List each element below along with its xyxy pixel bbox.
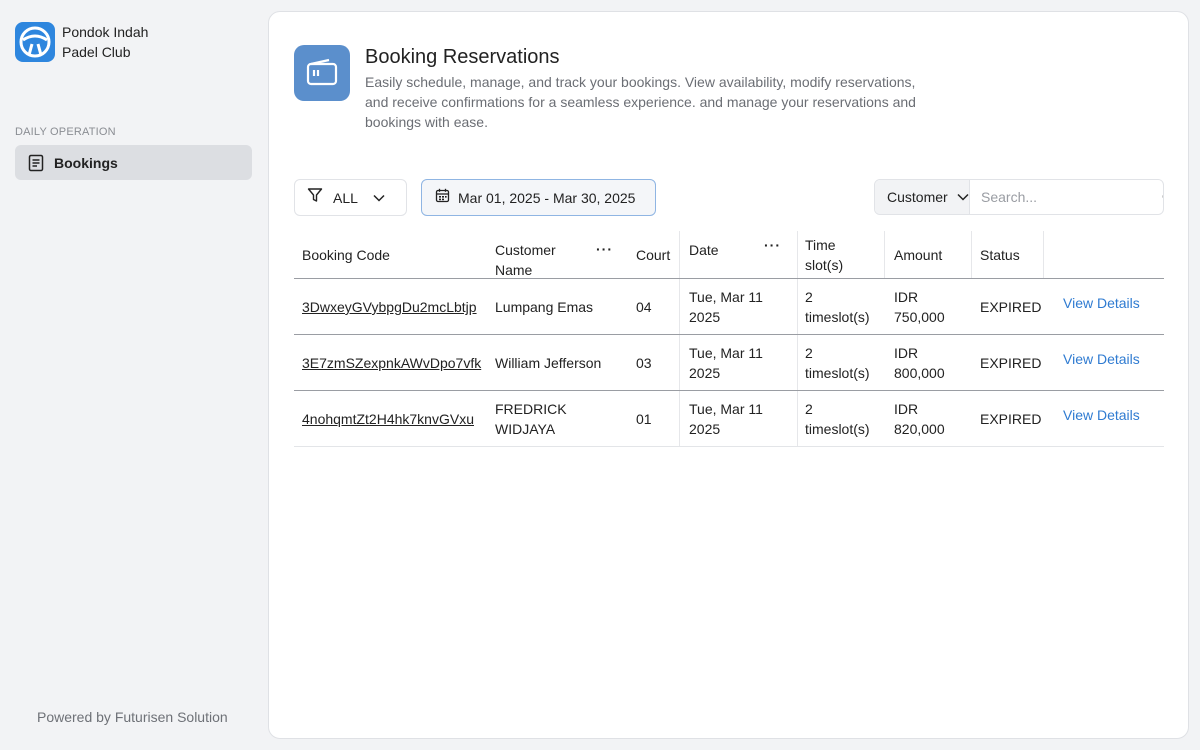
filter-label: ALL <box>333 189 358 206</box>
brand[interactable]: Pondok Indah Padel Club <box>15 22 172 62</box>
date-range-picker[interactable]: Mar 01, 2025 - Mar 30, 2025 <box>421 179 656 216</box>
table-row: 3DwxeyGVybpgDu2mcLbtjp Lumpang Emas 04 T… <box>294 279 1164 335</box>
amount: IDR 750,000 <box>894 289 945 325</box>
booking-code-link[interactable]: 3E7zmSZexpnkAWvDpo7vfk <box>302 353 481 373</box>
amount: IDR 820,000 <box>894 401 945 437</box>
header-customer-name: Customer Name <box>495 242 556 278</box>
date: Tue, Mar 11 2025 <box>689 401 763 437</box>
court: 01 <box>636 411 652 427</box>
date: Tue, Mar 11 2025 <box>689 289 763 325</box>
status-text: EXPIRED <box>980 299 1042 315</box>
search-input[interactable] <box>970 180 1162 214</box>
club-name: Pondok Indah Padel Club <box>62 24 149 60</box>
header-amount: Amount <box>894 247 943 263</box>
table-header: Booking Code Customer Name ··· Court Dat… <box>294 231 1164 279</box>
table-row: 4nohqmtZt2H4hk7knvGVxu FREDRICK WIDJAYA … <box>294 391 1164 447</box>
view-details-link[interactable]: View Details <box>1063 405 1140 425</box>
timeslot: 2 timeslot(s) <box>805 401 870 437</box>
chevron-down-icon <box>373 189 385 207</box>
court: 04 <box>636 299 652 315</box>
header-booking-code: Booking Code <box>302 247 390 263</box>
search-group: Customer <box>874 179 1164 215</box>
search-icon[interactable] <box>1162 180 1163 214</box>
court: 03 <box>636 355 652 371</box>
section-label: DAILY OPERATION <box>15 126 116 138</box>
table-row: 3E7zmSZexpnkAWvDpo7vfk William Jefferson… <box>294 335 1164 391</box>
header-status: Status <box>980 247 1020 263</box>
date: Tue, Mar 11 2025 <box>689 345 763 381</box>
header-court: Court <box>636 247 671 263</box>
bookings-table: Booking Code Customer Name ··· Court Dat… <box>294 231 1164 447</box>
sidebar-item-label: Bookings <box>54 154 118 171</box>
main-panel: Booking Reservations Easily schedule, ma… <box>268 11 1189 739</box>
status-text: EXPIRED <box>980 355 1042 371</box>
page-description: Easily schedule, manage, and track your … <box>365 74 916 130</box>
ticket-icon <box>294 45 350 101</box>
column-menu-icon[interactable]: ··· <box>596 241 613 257</box>
page-title: Booking Reservations <box>365 46 560 68</box>
status-text: EXPIRED <box>980 411 1042 427</box>
search-field-label: Customer <box>887 189 948 205</box>
amount: IDR 800,000 <box>894 345 945 381</box>
status-filter-button[interactable]: ALL <box>294 179 407 216</box>
sidebar-item-bookings[interactable]: Bookings <box>15 145 252 180</box>
booking-code-link[interactable]: 4nohqmtZt2H4hk7knvGVxu <box>302 409 474 429</box>
chevron-down-icon <box>957 188 969 206</box>
document-icon <box>27 154 45 172</box>
view-details-link[interactable]: View Details <box>1063 293 1140 313</box>
club-logo-icon <box>15 22 55 62</box>
column-menu-icon[interactable]: ··· <box>764 237 781 253</box>
booking-code-link[interactable]: 3DwxeyGVybpgDu2mcLbtjp <box>302 297 477 317</box>
timeslot: 2 timeslot(s) <box>805 289 870 325</box>
customer-name: William Jefferson <box>495 355 602 371</box>
header-date: Date <box>689 242 719 258</box>
search-field-select[interactable]: Customer <box>875 180 970 214</box>
header-timeslot: Time slot(s) <box>805 237 844 273</box>
sidebar: Pondok Indah Padel Club DAILY OPERATION … <box>0 0 268 750</box>
date-range-label: Mar 01, 2025 - Mar 30, 2025 <box>458 189 636 206</box>
customer-name: FREDRICK WIDJAYA <box>495 401 567 437</box>
timeslot: 2 timeslot(s) <box>805 345 870 381</box>
footer-text: Powered by Futurisen Solution <box>37 709 228 725</box>
customer-name: Lumpang Emas <box>495 299 594 315</box>
filter-icon <box>307 187 323 208</box>
calendar-icon <box>435 188 450 208</box>
view-details-link[interactable]: View Details <box>1063 349 1140 369</box>
